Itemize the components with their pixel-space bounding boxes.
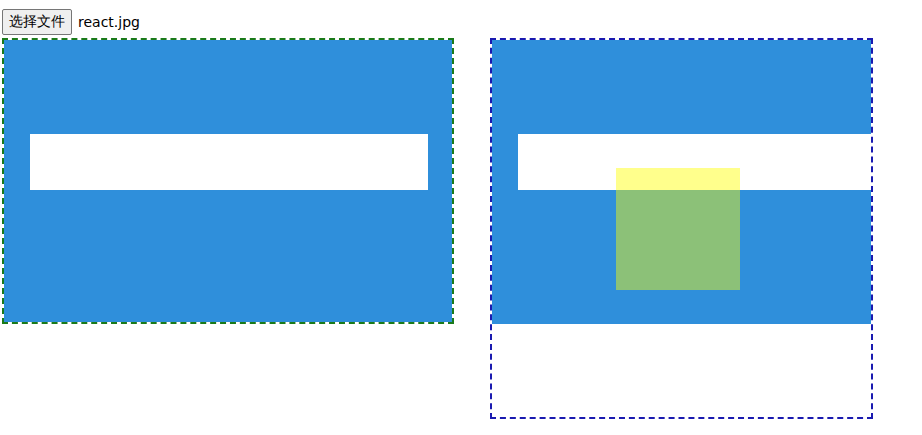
preview-box	[2, 38, 454, 324]
preview-image	[4, 40, 454, 324]
choose-file-button[interactable]: 选择文件	[2, 9, 72, 35]
crop-selection[interactable]	[616, 168, 740, 290]
page: 选择文件 react.jpg	[0, 0, 922, 435]
file-input[interactable]: 选择文件 react.jpg	[2, 6, 922, 38]
image-area	[2, 38, 922, 419]
file-name: react.jpg	[78, 14, 140, 30]
crop-canvas[interactable]	[490, 38, 873, 419]
